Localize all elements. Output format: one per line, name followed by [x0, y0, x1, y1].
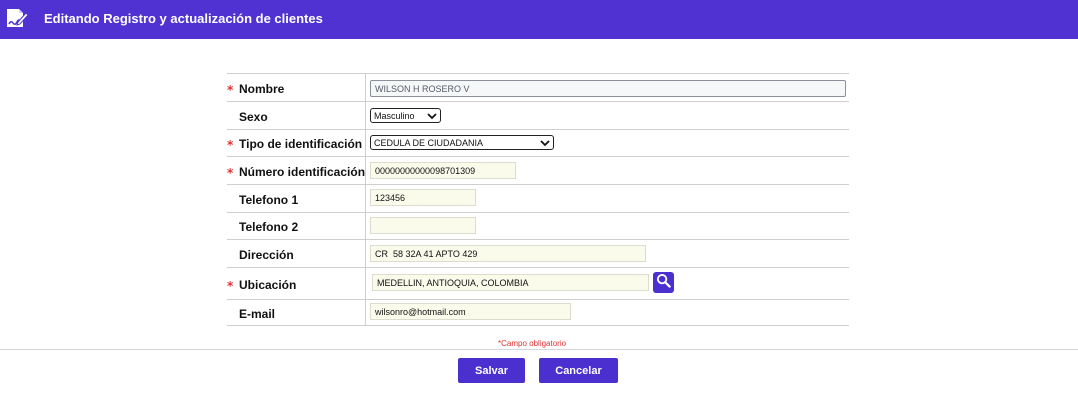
form-row-tipo-identificacion: * Tipo de identificación CEDULA DE CIUDA… — [227, 129, 849, 156]
save-button[interactable]: Salvar — [458, 358, 525, 383]
field-label-nombre: Nombre — [239, 82, 285, 96]
form-row-ubicacion: * Ubicación — [227, 267, 849, 299]
form-row-telefono1: Telefono 1 — [227, 184, 849, 212]
app-header: Editando Registro y actualización de cli… — [0, 0, 1078, 39]
field-label-sexo: Sexo — [239, 110, 268, 124]
ubicacion-input[interactable] — [372, 274, 649, 291]
label-cell: * Ubicación — [227, 268, 366, 299]
label-cell: * Número identificación — [227, 157, 366, 184]
search-icon — [656, 273, 671, 293]
sexo-selected-value: Masculino — [374, 110, 415, 121]
label-cell: Telefono 2 — [227, 213, 366, 239]
field-label-numero-identificacion: Número identificación — [239, 165, 366, 179]
label-cell: * Tipo de identificación — [227, 130, 366, 156]
telefono1-input[interactable] — [370, 189, 476, 206]
required-marker: * — [227, 83, 234, 97]
form-row-email: E-mail — [227, 299, 849, 326]
nombre-input[interactable] — [370, 80, 846, 97]
client-form: * Nombre Sexo Masculino * Tipo de identi… — [227, 73, 849, 326]
label-cell: E-mail — [227, 300, 366, 325]
required-marker: * — [227, 279, 234, 293]
required-marker: * — [227, 138, 234, 152]
required-note-text: Campo obligatorio — [501, 339, 567, 348]
label-cell: Sexo — [227, 102, 366, 129]
search-location-button[interactable] — [653, 272, 674, 293]
chevron-down-icon — [427, 112, 437, 120]
tipo-identificacion-selected-value: CEDULA DE CIUDADANIA — [374, 137, 484, 148]
cancel-button[interactable]: Cancelar — [539, 358, 618, 383]
chevron-down-icon — [540, 139, 550, 147]
page-title: Editando Registro y actualización de cli… — [44, 11, 323, 26]
field-label-telefono1: Telefono 1 — [239, 193, 299, 207]
form-row-direccion: Dirección — [227, 239, 849, 267]
field-label-email: E-mail — [239, 307, 276, 321]
email-input[interactable] — [370, 303, 571, 320]
field-label-tipo-identificacion: Tipo de identificación — [239, 137, 363, 151]
telefono2-input[interactable] — [370, 217, 476, 234]
direccion-input[interactable] — [370, 245, 646, 262]
field-label-direccion: Dirección — [239, 248, 294, 262]
field-label-ubicacion: Ubicación — [239, 278, 297, 292]
numero-identificacion-input[interactable] — [370, 162, 516, 179]
form-row-nombre: * Nombre — [227, 73, 849, 101]
edit-signature-icon — [5, 7, 29, 31]
label-cell: * Nombre — [227, 74, 366, 101]
footer-divider — [0, 349, 1078, 350]
label-cell: Telefono 1 — [227, 185, 366, 212]
tipo-identificacion-select[interactable]: CEDULA DE CIUDADANIA — [370, 135, 554, 150]
required-marker: * — [227, 166, 234, 180]
form-row-numero-identificacion: * Número identificación — [227, 156, 849, 184]
label-cell: Dirección — [227, 240, 366, 267]
form-row-telefono2: Telefono 2 — [227, 212, 849, 239]
sexo-select[interactable]: Masculino — [370, 108, 441, 123]
required-field-note: *Campo obligatorio — [498, 339, 566, 348]
field-label-telefono2: Telefono 2 — [239, 220, 299, 234]
form-row-sexo: Sexo Masculino — [227, 101, 849, 129]
